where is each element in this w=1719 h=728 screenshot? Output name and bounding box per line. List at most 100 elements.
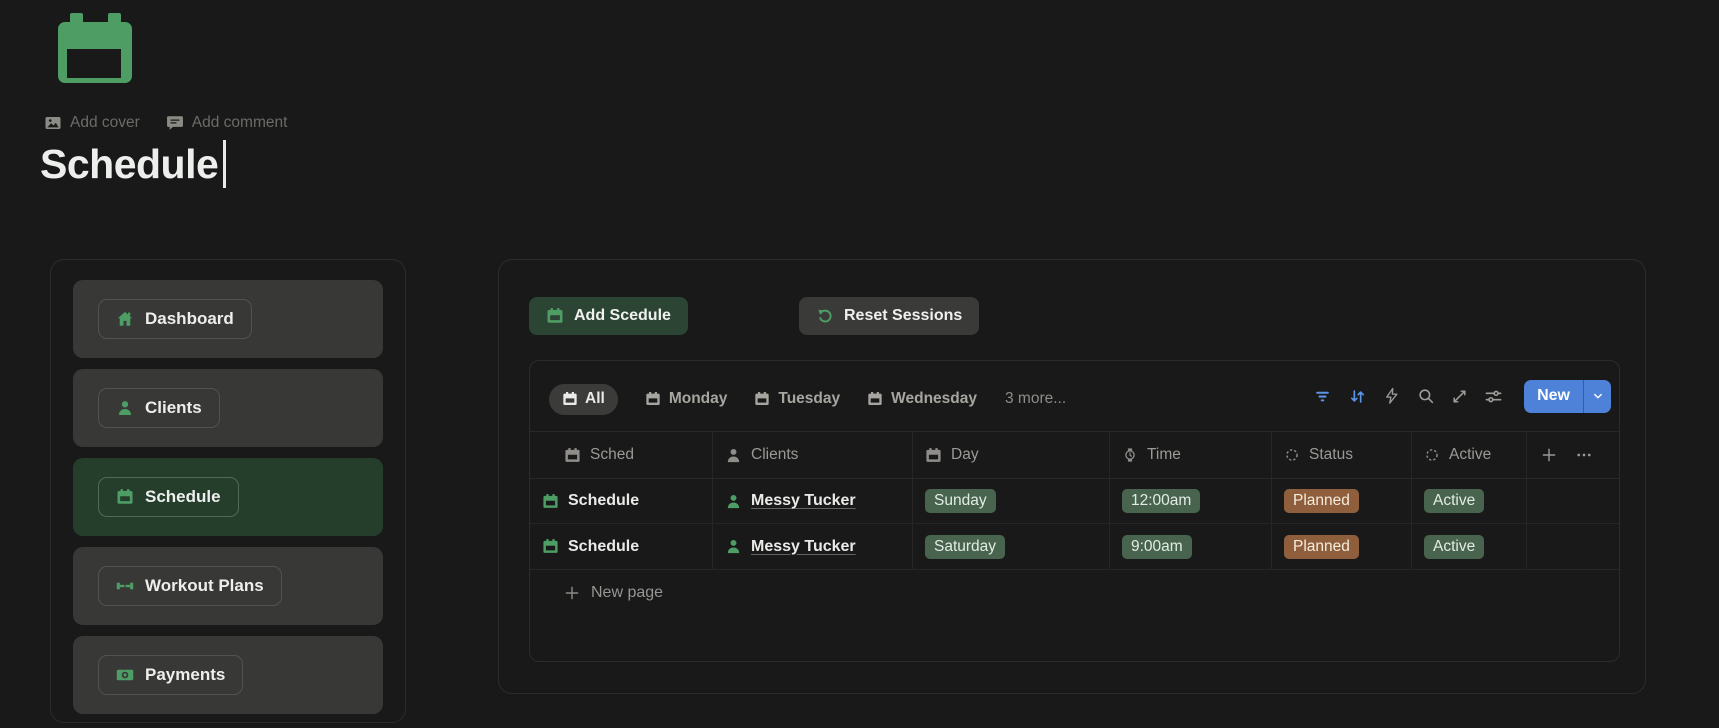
workout-plans-button[interactable]: Workout Plans: [98, 566, 282, 606]
column-header-sched[interactable]: Sched: [530, 432, 713, 478]
status-circle-icon: [1426, 449, 1438, 461]
tab-monday-label: Monday: [668, 390, 728, 407]
database-views-row: All Monday Tuesday Wednesday 3 more... N…: [530, 361, 1619, 432]
cell-extra: [1527, 524, 1619, 569]
comment-icon: [166, 116, 183, 130]
add-cover-button[interactable]: Add cover: [44, 114, 140, 132]
active-tag[interactable]: Active: [1424, 489, 1485, 513]
cell-time[interactable]: 12:00am: [1110, 479, 1272, 523]
home-icon: [117, 311, 133, 326]
column-label: Status: [1309, 446, 1353, 463]
new-button-chevron[interactable]: [1584, 380, 1611, 413]
column-header-day[interactable]: Day: [913, 432, 1110, 478]
lightning-icon[interactable]: [1383, 387, 1401, 405]
person-icon: [727, 539, 740, 554]
schedule-button[interactable]: Schedule: [98, 477, 239, 517]
column-header-extra: [1527, 432, 1619, 478]
calendar-icon: [117, 489, 133, 504]
calendar-icon: [58, 13, 132, 83]
dumbbell-icon: [116, 582, 134, 590]
status-circle-icon: [1286, 449, 1298, 461]
client-link[interactable]: Messy Tucker: [751, 492, 856, 510]
column-header-clients[interactable]: Clients: [713, 432, 913, 478]
time-tag[interactable]: 12:00am: [1122, 489, 1201, 513]
new-page-label: New page: [591, 583, 664, 601]
clients-button[interactable]: Clients: [98, 388, 220, 428]
sort-icon[interactable]: [1348, 387, 1367, 406]
page-calendar-icon[interactable]: [58, 13, 132, 83]
sched-title[interactable]: Schedule: [568, 492, 639, 510]
person-icon: [727, 494, 740, 508]
table-header-row: Sched Clients Day Time Status Active: [530, 432, 1619, 479]
banknote-icon: [116, 669, 134, 681]
schedule-label: Schedule: [145, 487, 221, 506]
reset-sessions-button[interactable]: Reset Sessions: [799, 297, 980, 335]
table-row[interactable]: Schedule Messy Tucker Saturday 9:00am Pl…: [530, 524, 1619, 570]
settings-sliders-icon[interactable]: [1484, 387, 1503, 406]
add-schedule-button[interactable]: Add Scedule: [529, 297, 688, 335]
cell-status[interactable]: Planned: [1272, 524, 1412, 569]
workout-plans-label: Workout Plans: [145, 576, 264, 595]
sidebar-item-schedule[interactable]: Schedule: [73, 458, 383, 536]
sidebar-item-payments[interactable]: Payments: [73, 636, 383, 714]
schedule-panel: Add Scedule Reset Sessions All Monday Tu…: [498, 259, 1646, 694]
sidebar-item-workout-plans[interactable]: Workout Plans: [73, 547, 383, 625]
cell-active[interactable]: Active: [1412, 479, 1527, 523]
column-header-time[interactable]: Time: [1110, 432, 1272, 478]
column-label: Time: [1147, 446, 1181, 463]
sched-title[interactable]: Schedule: [568, 538, 639, 556]
table-row[interactable]: Schedule Messy Tucker Sunday 12:00am Pla…: [530, 479, 1619, 524]
filter-icon[interactable]: [1313, 387, 1332, 406]
reset-sessions-label: Reset Sessions: [844, 307, 963, 324]
client-link[interactable]: Messy Tucker: [751, 538, 856, 556]
column-header-active[interactable]: Active: [1412, 432, 1527, 478]
more-options-icon[interactable]: [1575, 446, 1593, 464]
day-tag[interactable]: Sunday: [925, 489, 996, 513]
tab-all[interactable]: All: [549, 383, 618, 415]
status-tag[interactable]: Planned: [1284, 489, 1359, 513]
new-button[interactable]: New: [1524, 379, 1611, 413]
sidebar-item-clients[interactable]: Clients: [73, 369, 383, 447]
cell-day[interactable]: Sunday: [913, 479, 1110, 523]
cell-status[interactable]: Planned: [1272, 479, 1412, 523]
image-icon: [45, 117, 61, 129]
sidebar-item-dashboard[interactable]: Dashboard: [73, 280, 383, 358]
column-label: Day: [951, 446, 979, 463]
cell-sched[interactable]: Schedule: [530, 479, 713, 523]
search-icon[interactable]: [1417, 387, 1435, 405]
more-tabs-button[interactable]: 3 more...: [1005, 390, 1066, 408]
page-title[interactable]: Schedule: [40, 141, 219, 188]
column-header-status[interactable]: Status: [1272, 432, 1412, 478]
cell-client[interactable]: Messy Tucker: [713, 524, 913, 569]
tab-monday[interactable]: Monday: [645, 390, 728, 408]
add-column-icon[interactable]: [1540, 446, 1558, 464]
cell-sched[interactable]: Schedule: [530, 524, 713, 569]
dashboard-button[interactable]: Dashboard: [98, 299, 252, 339]
new-page-button[interactable]: New page: [530, 570, 1619, 615]
calendar-icon: [926, 447, 941, 462]
status-tag[interactable]: Planned: [1284, 534, 1359, 559]
cell-time[interactable]: 9:00am: [1110, 524, 1272, 569]
day-tag[interactable]: Saturday: [925, 534, 1006, 559]
column-label: Clients: [751, 446, 799, 463]
payments-button[interactable]: Payments: [98, 655, 244, 695]
schedule-page: { "page": { "add_cover": "Add cover", "a…: [0, 0, 1719, 728]
time-tag[interactable]: 9:00am: [1122, 534, 1192, 559]
active-tag[interactable]: Active: [1424, 534, 1485, 559]
cell-day[interactable]: Saturday: [913, 524, 1110, 569]
calendar-icon: [755, 392, 770, 405]
text-cursor: [223, 140, 226, 188]
cell-client[interactable]: Messy Tucker: [713, 479, 913, 523]
undo-icon: [817, 308, 832, 323]
calendar-icon: [547, 308, 563, 323]
chevron-down-icon: [1593, 393, 1602, 399]
add-comment-label: Add comment: [191, 114, 288, 131]
tab-wednesday[interactable]: Wednesday: [867, 390, 977, 408]
expand-icon[interactable]: [1451, 388, 1468, 405]
tab-tuesday[interactable]: Tuesday: [754, 390, 840, 408]
new-button-label[interactable]: New: [1524, 380, 1583, 413]
payments-label: Payments: [145, 665, 226, 684]
cell-active[interactable]: Active: [1412, 524, 1527, 569]
add-comment-button[interactable]: Add comment: [166, 114, 288, 132]
column-label: Active: [1449, 446, 1492, 463]
